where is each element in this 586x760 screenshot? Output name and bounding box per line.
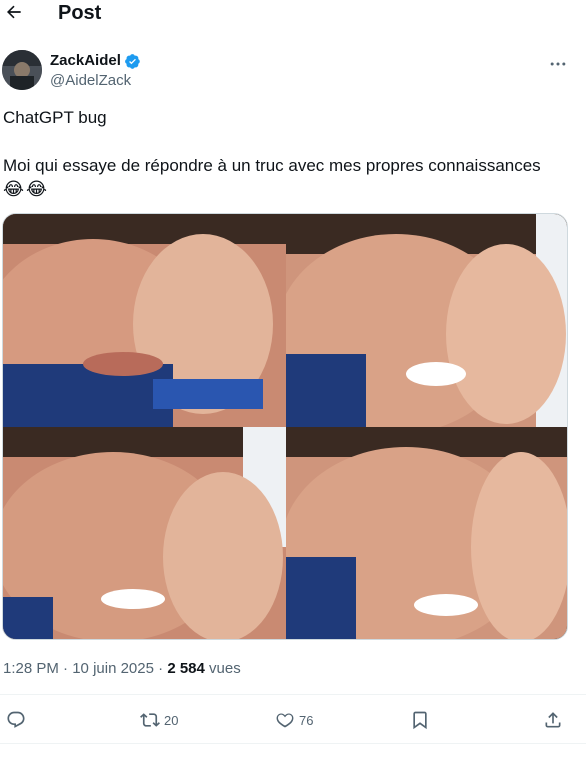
like-button[interactable]: 76 <box>275 706 313 734</box>
tears-of-joy-icon: 😂 <box>3 179 25 199</box>
reply-button[interactable] <box>6 706 30 734</box>
emoji-row: 😂 😂 <box>3 178 47 200</box>
avatar[interactable] <box>2 50 42 90</box>
author-handle[interactable]: @AidelZack <box>50 72 131 90</box>
photo-top-right[interactable] <box>286 214 567 427</box>
meta-separator: · <box>153 660 168 677</box>
heart-icon <box>276 713 294 728</box>
reply-icon <box>7 711 25 728</box>
repost-count: 20 <box>164 712 179 728</box>
post-meta: 1:28 PM · 10 juin 2025 · 2 584 vues <box>3 659 241 679</box>
verified-badge-icon <box>124 53 141 70</box>
views-label: vues <box>209 660 241 677</box>
views-count: 2 584 <box>167 660 205 677</box>
arrow-left-icon[interactable] <box>4 2 24 22</box>
like-count: 76 <box>299 712 314 728</box>
bookmark-button[interactable] <box>410 706 430 734</box>
more-horizontal-icon[interactable] <box>548 54 568 74</box>
bookmark-icon <box>413 711 427 730</box>
photo-bottom-right[interactable] <box>286 427 567 639</box>
photo-bottom-left[interactable] <box>3 427 286 639</box>
repost-button[interactable]: 20 <box>140 706 178 734</box>
share-button[interactable] <box>543 706 563 734</box>
meta-separator: · <box>58 660 73 677</box>
post-text-line-2: Moi qui essaye de répondre à un truc ave… <box>3 156 541 175</box>
divider <box>0 743 586 744</box>
top-bar: Post <box>0 0 586 30</box>
post-time[interactable]: 1:28 PM <box>3 660 59 677</box>
post-text-line-1: ChatGPT bug <box>3 108 107 127</box>
post-date[interactable]: 10 juin 2025 <box>72 660 154 677</box>
tears-of-joy-icon: 😂 <box>26 179 48 199</box>
divider <box>0 694 586 695</box>
repost-icon <box>140 713 160 727</box>
author-name[interactable]: ZackAidel <box>50 52 121 70</box>
post-media[interactable] <box>2 213 568 640</box>
photo-top-left[interactable] <box>3 214 286 427</box>
page-title: Post <box>58 2 102 24</box>
action-bar: 20 76 <box>0 706 586 734</box>
share-icon <box>545 712 561 728</box>
post-author: ZackAidel @AidelZack <box>0 50 586 94</box>
